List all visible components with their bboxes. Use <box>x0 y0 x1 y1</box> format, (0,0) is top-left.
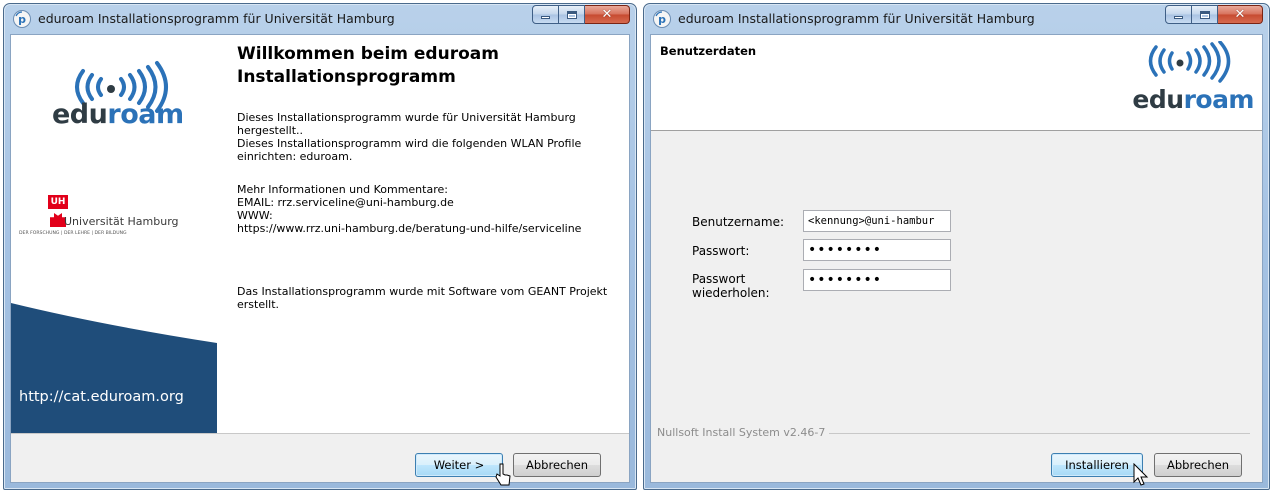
svg-text:p: p <box>18 13 26 26</box>
maximize-icon <box>566 10 577 19</box>
cancel-button[interactable]: Abbrechen <box>1154 453 1242 477</box>
nsis-version-label: Nullsoft Install System v2.46-7 <box>657 426 830 439</box>
eduroam-app-icon: p <box>13 10 31 28</box>
page-title: Willkommen beim eduroam Installationspro… <box>237 44 499 87</box>
sidebar-banner: eduroam UH Universität Hamburg DER FORSC… <box>11 35 217 433</box>
window-controls: ✕ <box>1165 5 1263 24</box>
credits-text: Das Installationsprogramm wurde mit Soft… <box>237 285 608 311</box>
eduroam-logo-text: eduroam <box>52 99 184 130</box>
eduroam-logo-text: eduroam <box>1132 85 1254 114</box>
window-title: eduroam Installationsprogramm für Univer… <box>678 11 1035 26</box>
password-field[interactable]: •••••••• <box>803 239 951 261</box>
close-button[interactable]: ✕ <box>585 5 630 24</box>
maximize-icon <box>1199 10 1210 19</box>
close-icon: ✕ <box>1234 7 1246 22</box>
installer-credentials-window: p eduroam Installationsprogramm für Univ… <box>643 3 1270 490</box>
username-field[interactable]: <kennung>@uni-hambur <box>803 210 951 232</box>
cat-url-label: http://cat.eduroam.org <box>19 389 184 405</box>
contact-text: Mehr Informationen und Kommentare: EMAIL… <box>237 183 582 235</box>
minimize-button[interactable] <box>1165 5 1192 24</box>
installer-welcome-window: p eduroam Installationsprogramm für Univ… <box>3 3 637 490</box>
maximize-button[interactable] <box>1192 5 1218 24</box>
password-repeat-field[interactable]: •••••••• <box>803 269 951 291</box>
next-button[interactable]: Weiter > <box>415 453 503 477</box>
university-tagline: DER FORSCHUNG | DER LEHRE | DER BILDUNG <box>19 231 127 236</box>
minimize-icon <box>541 16 550 19</box>
username-label: Benutzername: <box>692 215 785 229</box>
sidebar-wave-graphic <box>11 303 217 433</box>
title-bar[interactable]: p eduroam Installationsprogramm für Univ… <box>644 4 1269 34</box>
title-bar[interactable]: p eduroam Installationsprogramm für Univ… <box>4 4 636 34</box>
credentials-page: Benutzerdaten eduroam Benutzername: <ken… <box>650 34 1263 486</box>
welcome-page: eduroam UH Universität Hamburg DER FORSC… <box>10 34 630 486</box>
footer-divider <box>11 433 629 434</box>
window-title: eduroam Installationsprogramm für Univer… <box>38 11 395 26</box>
hand-cursor-icon <box>495 463 511 486</box>
svg-text:p: p <box>658 13 666 26</box>
minimize-button[interactable] <box>532 5 559 24</box>
window-controls: ✕ <box>532 5 630 24</box>
eduroam-app-icon: p <box>653 10 671 28</box>
minimize-icon <box>1174 16 1183 19</box>
page-title: Benutzerdaten <box>660 44 757 58</box>
cancel-button[interactable]: Abbrechen <box>513 453 601 477</box>
install-button[interactable]: Installieren <box>1051 453 1143 477</box>
university-name: Universität Hamburg <box>64 215 179 228</box>
close-button[interactable]: ✕ <box>1218 5 1263 24</box>
maximize-button[interactable] <box>559 5 585 24</box>
eduroam-logo-icon <box>1148 41 1231 83</box>
page-header: Benutzerdaten eduroam <box>651 35 1262 131</box>
password-label: Passwort: <box>692 244 750 258</box>
intro-text: Dieses Installationsprogramm wurde für U… <box>237 111 582 163</box>
welcome-content: Willkommen beim eduroam Installationspro… <box>217 35 629 433</box>
close-icon: ✕ <box>601 7 613 22</box>
password-repeat-label: Passwort wiederholen: <box>692 272 770 300</box>
arrow-cursor-icon <box>1133 463 1149 486</box>
